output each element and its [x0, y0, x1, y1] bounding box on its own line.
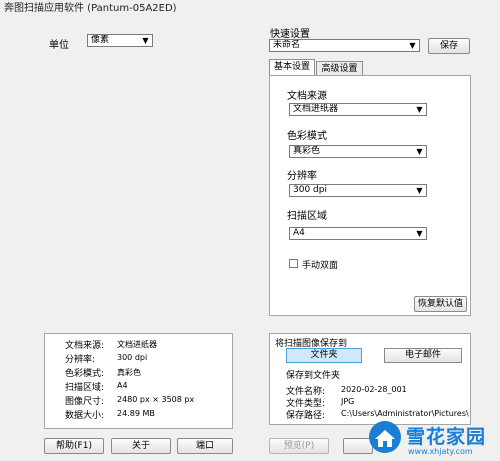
color-mode-label: 色彩模式	[287, 131, 327, 142]
color-mode-value: 真彩色	[293, 146, 321, 156]
color-mode-select[interactable]: 真彩色 ▼	[289, 145, 427, 158]
summary-label: 数据大小:	[65, 411, 105, 421]
summary-label: 扫描区域:	[65, 383, 105, 393]
snowflake-house-icon	[369, 421, 401, 453]
summary-label: 分辨率:	[65, 355, 96, 365]
summary-label: 图像尺寸:	[65, 397, 105, 407]
summary-value: 文档进纸器	[117, 340, 157, 349]
summary-value: 真彩色	[117, 368, 141, 377]
scan-area-select[interactable]: A4 ▼	[289, 227, 427, 240]
unit-value: 像素	[91, 35, 110, 45]
watermark-logo: 雪花家园 www.xhjaty.com	[364, 414, 500, 461]
save-preset-button[interactable]: 保存	[428, 38, 470, 54]
file-type-value: JPG	[341, 397, 355, 406]
save-to-folder-button[interactable]: 文件夹	[286, 348, 362, 363]
chevron-down-icon: ▼	[406, 40, 419, 51]
resolution-select[interactable]: 300 dpi ▼	[289, 184, 427, 197]
basic-settings-panel: 文档来源 文档进纸器 ▼ 色彩模式 真彩色 ▼ 分辨率 300 dpi ▼ 扫描…	[269, 75, 471, 316]
summary-value: 300 dpi	[117, 353, 148, 362]
save-to-folder-subtitle: 保存到文件夹	[286, 371, 341, 381]
duplex-checkbox[interactable]	[289, 259, 298, 268]
watermark-text: 雪花家园	[406, 426, 487, 448]
port-button[interactable]: 端口	[177, 438, 233, 454]
preview-button[interactable]: 预览(P)	[269, 438, 329, 454]
resolution-label: 分辨率	[287, 171, 317, 182]
unit-select[interactable]: 像素 ▼	[87, 34, 153, 47]
watermark-url: www.xhjaty.com	[408, 447, 473, 456]
chevron-down-icon: ▼	[139, 35, 152, 46]
tab-basic-settings[interactable]: 基本设置	[269, 59, 315, 76]
quick-settings-label: 快速设置	[270, 29, 310, 40]
about-button[interactable]: 关于	[111, 438, 171, 454]
source-label: 文档来源	[287, 91, 327, 102]
scan-area-value: A4	[293, 228, 305, 238]
summary-label: 文档来源:	[65, 341, 105, 351]
unit-label: 单位	[49, 40, 69, 51]
summary-value: 2480 px × 3508 px	[117, 395, 195, 404]
save-to-email-button[interactable]: 电子邮件	[384, 348, 462, 363]
help-button[interactable]: 帮助(F1)	[44, 438, 104, 454]
window-title: 奔图扫描应用软件 (Pantum-05A2ED)	[0, 0, 500, 17]
quick-settings-select[interactable]: 未命名 ▼	[269, 39, 420, 52]
summary-value: A4	[117, 381, 128, 390]
source-select[interactable]: 文档进纸器 ▼	[289, 103, 427, 116]
summary-value: 24.89 MB	[117, 409, 155, 418]
summary-label: 色彩模式:	[65, 369, 105, 379]
tab-advanced-settings[interactable]: 高级设置	[316, 61, 363, 76]
chevron-down-icon: ▼	[413, 228, 426, 239]
file-name-value: 2020-02-28_001	[341, 385, 407, 394]
resolution-value: 300 dpi	[293, 185, 327, 195]
scan-summary-panel: 文档来源: 文档进纸器 分辨率: 300 dpi 色彩模式: 真彩色 扫描区域:…	[44, 333, 233, 429]
chevron-down-icon: ▼	[413, 146, 426, 157]
chevron-down-icon: ▼	[413, 185, 426, 196]
restore-defaults-button[interactable]: 恢复默认值	[414, 296, 467, 312]
source-value: 文档进纸器	[293, 104, 339, 114]
chevron-down-icon: ▼	[413, 104, 426, 115]
quick-settings-value: 未命名	[273, 40, 301, 50]
duplex-label: 手动双面	[302, 261, 339, 271]
save-path-label: 保存路径:	[286, 411, 326, 421]
scan-area-label: 扫描区域	[287, 211, 327, 222]
save-target-panel: 将扫描图像保存到 文件夹 电子邮件 保存到文件夹 文件名称: 2020-02-2…	[269, 333, 471, 425]
